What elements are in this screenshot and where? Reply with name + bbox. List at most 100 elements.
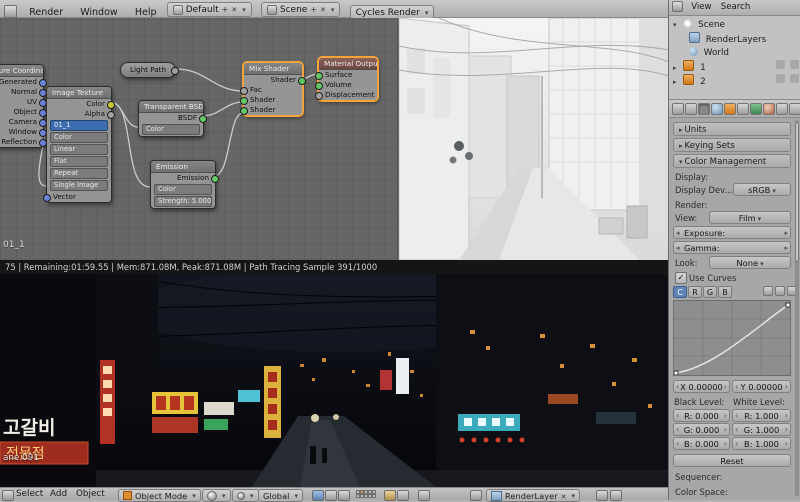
selectability-toggle-icon[interactable] bbox=[776, 60, 785, 69]
image-texture-node[interactable]: Image Texture Color Alpha 01_1 Color Lin… bbox=[43, 86, 115, 203]
editor-type-icon[interactable] bbox=[4, 5, 17, 18]
vector-socket[interactable] bbox=[43, 194, 51, 202]
tab-world-icon[interactable] bbox=[711, 103, 723, 115]
color-space-dropdown[interactable]: Color bbox=[50, 132, 108, 143]
scene-add-icon[interactable] bbox=[310, 5, 317, 15]
node-title[interactable]: Emission bbox=[151, 161, 215, 173]
tab-object-icon[interactable] bbox=[724, 103, 736, 115]
tab-physics-icon[interactable] bbox=[789, 103, 800, 115]
snap-element-icon[interactable] bbox=[397, 490, 409, 501]
surface-socket[interactable] bbox=[315, 72, 323, 80]
exposure-slider[interactable]: Exposure: bbox=[673, 226, 791, 239]
image-slot-icon[interactable] bbox=[610, 490, 622, 501]
black-b-field[interactable]: B: 0.000 bbox=[673, 437, 730, 450]
tab-data-icon[interactable] bbox=[750, 103, 762, 115]
projection-dropdown[interactable]: Flat bbox=[50, 156, 108, 167]
node-title[interactable]: Mix Shader bbox=[244, 63, 302, 75]
menu-add[interactable]: Add bbox=[50, 488, 67, 501]
node-title[interactable]: Texture Coordinate bbox=[0, 65, 43, 77]
selectability-toggle-icon[interactable] bbox=[776, 74, 785, 83]
light-path-outputs-socket[interactable] bbox=[171, 67, 180, 75]
displacement-socket[interactable] bbox=[315, 92, 323, 100]
editor-type-icon[interactable] bbox=[2, 490, 14, 501]
node-editor[interactable]: Texture Coordinate Generated Normal UV O… bbox=[0, 18, 398, 260]
emission-node[interactable]: Emission Emission Color Strength: 5.000 bbox=[150, 160, 219, 209]
scene-close-icon[interactable] bbox=[320, 5, 326, 15]
panel-units[interactable]: Units bbox=[673, 122, 791, 136]
layout-add-icon[interactable] bbox=[222, 5, 229, 15]
image-pin-icon[interactable] bbox=[596, 490, 608, 501]
tree-item-world[interactable]: World bbox=[669, 46, 800, 60]
channel-combined-button[interactable]: C bbox=[673, 286, 687, 298]
curve-y-field[interactable]: Y 0.00000 bbox=[732, 380, 791, 393]
texture-coordinate-node[interactable]: Texture Coordinate Generated Normal UV O… bbox=[0, 64, 47, 148]
interpolation-dropdown[interactable]: Linear bbox=[50, 144, 108, 155]
reset-button[interactable]: Reset bbox=[673, 454, 791, 467]
curve-editor[interactable] bbox=[673, 300, 791, 376]
light-path-node[interactable]: Light Path bbox=[120, 62, 180, 78]
render-layer-selector[interactable]: RenderLayer bbox=[486, 489, 581, 502]
menu-object[interactable]: Object bbox=[76, 488, 105, 501]
bsdf-socket[interactable] bbox=[199, 115, 207, 123]
outliner-menu-view[interactable]: View bbox=[688, 0, 714, 15]
white-r-field[interactable]: R: 1.000 bbox=[732, 409, 791, 422]
render-layer-close-icon[interactable] bbox=[561, 491, 567, 501]
tab-texture-icon[interactable] bbox=[776, 103, 788, 115]
panel-color-management[interactable]: Color Management bbox=[673, 154, 791, 168]
properties-scrollbar[interactable] bbox=[795, 120, 799, 496]
alpha-socket[interactable] bbox=[107, 111, 115, 119]
curve-zoom-out-icon[interactable] bbox=[775, 286, 785, 296]
curve-point[interactable] bbox=[785, 302, 791, 308]
scrollbar-thumb[interactable] bbox=[795, 122, 799, 262]
curve-zoom-in-icon[interactable] bbox=[763, 286, 773, 296]
tree-item-object-1[interactable]: 1 bbox=[669, 60, 800, 74]
image-editor[interactable]: 75 | Remaining:01:59.55 | Mem:871.08M, P… bbox=[0, 260, 668, 487]
shader-out-socket[interactable] bbox=[298, 77, 306, 85]
node-title[interactable]: Image Texture bbox=[47, 87, 111, 99]
strength-field[interactable]: Strength: 5.000 bbox=[154, 196, 212, 207]
pivot-point-selector[interactable] bbox=[232, 489, 259, 502]
translate-manipulator-icon[interactable] bbox=[312, 490, 324, 501]
tree-item-object-2[interactable]: 2 bbox=[669, 74, 800, 88]
node-title[interactable]: Transparent BSDF bbox=[139, 101, 203, 113]
channel-blue-button[interactable]: B bbox=[718, 286, 732, 298]
tab-modifiers-icon[interactable] bbox=[737, 103, 749, 115]
viewport-3d[interactable] bbox=[398, 17, 670, 261]
mode-selector[interactable]: Object Mode bbox=[118, 489, 201, 502]
tab-render-icon[interactable] bbox=[672, 103, 684, 115]
node-title[interactable]: Material Output bbox=[319, 58, 377, 70]
transform-orientation-selector[interactable]: Global bbox=[258, 489, 303, 502]
color-socket[interactable] bbox=[107, 101, 115, 109]
display-device-dropdown[interactable]: sRGB bbox=[733, 183, 791, 196]
material-output-node[interactable]: Material Output Surface Volume Displacem… bbox=[315, 57, 378, 101]
layout-close-icon[interactable] bbox=[231, 5, 237, 15]
shader2-socket[interactable] bbox=[240, 107, 248, 115]
white-g-field[interactable]: G: 1.000 bbox=[732, 423, 791, 436]
menu-select[interactable]: Select bbox=[16, 488, 43, 501]
gamma-slider[interactable]: Gamma: bbox=[673, 241, 791, 254]
screen-layout-selector[interactable]: Default bbox=[166, 2, 252, 17]
transparent-bsdf-node[interactable]: Transparent BSDF BSDF Color bbox=[138, 100, 207, 137]
curve-point[interactable] bbox=[673, 370, 679, 376]
black-g-field[interactable]: G: 0.000 bbox=[673, 423, 730, 436]
outliner-tree[interactable]: Scene RenderLayers World 1 2 bbox=[669, 16, 800, 100]
fac-socket[interactable] bbox=[240, 87, 248, 95]
mix-shader-node[interactable]: Mix Shader Shader Fac Shader Shader bbox=[240, 62, 306, 116]
visibility-toggle-icon[interactable] bbox=[790, 74, 799, 83]
tree-item-scene[interactable]: Scene bbox=[669, 18, 800, 32]
white-b-field[interactable]: B: 1.000 bbox=[732, 437, 791, 450]
tab-render-layers-icon[interactable] bbox=[685, 103, 697, 115]
shader1-socket[interactable] bbox=[240, 97, 248, 105]
outliner-menu-search[interactable]: Search bbox=[718, 0, 754, 15]
scale-manipulator-icon[interactable] bbox=[338, 490, 350, 501]
source-dropdown[interactable]: Single Image bbox=[50, 180, 108, 191]
extension-dropdown[interactable]: Repeat bbox=[50, 168, 108, 179]
rotate-manipulator-icon[interactable] bbox=[325, 490, 337, 501]
generated-socket[interactable] bbox=[39, 79, 47, 87]
visibility-toggle-icon[interactable] bbox=[790, 60, 799, 69]
image-editor-type-icon[interactable] bbox=[470, 490, 482, 501]
black-r-field[interactable]: R: 0.000 bbox=[673, 409, 730, 422]
image-datablock-field[interactable]: 01_1 bbox=[50, 120, 108, 131]
volume-socket[interactable] bbox=[315, 82, 323, 90]
curve-x-field[interactable]: X 0.00000 bbox=[673, 380, 730, 393]
